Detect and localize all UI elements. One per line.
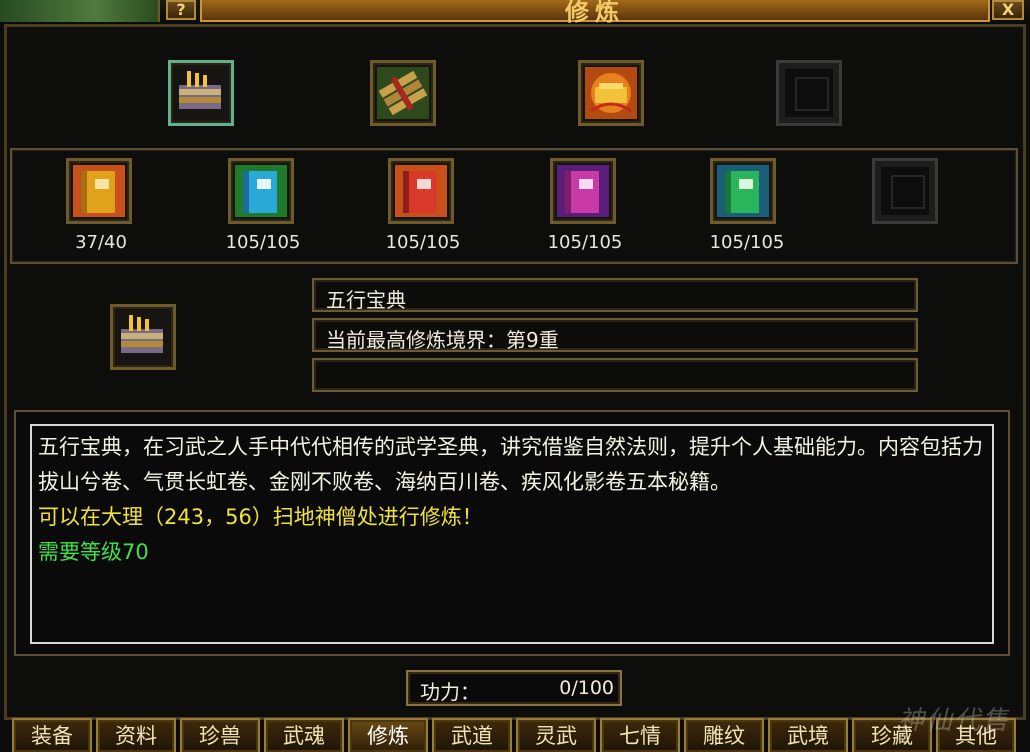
title-strip: 修炼: [200, 0, 990, 26]
close-button[interactable]: X: [992, 0, 1024, 20]
tab-wuhun[interactable]: 武魂: [264, 718, 344, 752]
selected-name: 五行宝典: [326, 288, 406, 312]
selected-realm-bar: 当前最高修炼境界：第9重: [312, 318, 918, 352]
golden-treasure-icon: [585, 67, 637, 119]
book-stack-icon: [121, 315, 163, 353]
tab-pets[interactable]: 珍兽: [180, 718, 260, 752]
book-count-gold: 37/40: [75, 232, 127, 253]
tab-qiqing[interactable]: 七情: [600, 718, 680, 752]
title-bar: ? 修炼 X: [0, 0, 1030, 26]
window-title: 修炼: [565, 0, 625, 26]
book-stack-icon: [179, 71, 221, 109]
description-text: 五行宝典，在习武之人手中代代相传的武学圣典，讲究借鉴自然法则，提升个人基础能力。…: [38, 435, 983, 494]
book-slot-purple[interactable]: [550, 158, 616, 224]
help-button[interactable]: ?: [166, 0, 196, 20]
selected-name-bar: 五行宝典: [312, 278, 918, 312]
book-slot-blue[interactable]: [228, 158, 294, 224]
empty-slot-books: [872, 158, 938, 224]
empty-slot-top: [776, 60, 842, 126]
power-label: 功力：: [420, 680, 480, 704]
skill-slot-wuxing-baodian[interactable]: [168, 60, 234, 126]
selected-item-slot: [110, 304, 176, 370]
tab-equipment[interactable]: 装备: [12, 718, 92, 752]
description-panel: 五行宝典，在习武之人手中代代相传的武学圣典，讲究借鉴自然法则，提升个人基础能力。…: [14, 410, 1010, 656]
scroll-bundle-icon: [377, 67, 429, 119]
tab-cultivation[interactable]: 修炼: [348, 718, 428, 752]
book-count-red: 105/105: [385, 232, 461, 253]
location-hint: 可以在大理（243，56）扫地神僧处进行修炼！: [38, 505, 483, 529]
tab-lingwu[interactable]: 灵武: [516, 718, 596, 752]
skill-slot-scroll-bundle[interactable]: [370, 60, 436, 126]
selected-extra-bar: [312, 358, 918, 392]
book-slot-green[interactable]: [710, 158, 776, 224]
book-count-purple: 105/105: [547, 232, 623, 253]
book-count-blue: 105/105: [225, 232, 301, 253]
selected-realm: 当前最高修炼境界：第9重: [326, 328, 559, 352]
power-display: 功力： 0/100: [406, 670, 622, 706]
books-panel: [10, 148, 1018, 264]
description-box[interactable]: 五行宝典，在习武之人手中代代相传的武学圣典，讲究借鉴自然法则，提升个人基础能力。…: [30, 424, 994, 644]
book-slot-gold[interactable]: [66, 158, 132, 224]
blue-book-icon: [235, 165, 287, 217]
tab-wudao[interactable]: 武道: [432, 718, 512, 752]
purple-book-icon: [557, 165, 609, 217]
book-count-green: 105/105: [709, 232, 785, 253]
watermark: 神仙代售: [897, 706, 1010, 736]
skill-slot-golden-treasure[interactable]: [578, 60, 644, 126]
red-book-icon: [395, 165, 447, 217]
tab-profile[interactable]: 资料: [96, 718, 176, 752]
book-slot-red[interactable]: [388, 158, 454, 224]
tab-wujing[interactable]: 武境: [768, 718, 848, 752]
power-value: 0/100: [559, 677, 614, 699]
level-requirement: 需要等级70: [38, 540, 149, 564]
green-book-icon: [717, 165, 769, 217]
scene-thumbnail: [0, 0, 160, 22]
tab-bar: 装备 资料 珍兽 武魂 修炼 武道 灵武 七情 雕纹 武境 珍藏 其他: [0, 718, 1030, 752]
tab-diaowen[interactable]: 雕纹: [684, 718, 764, 752]
gold-book-icon: [73, 165, 125, 217]
